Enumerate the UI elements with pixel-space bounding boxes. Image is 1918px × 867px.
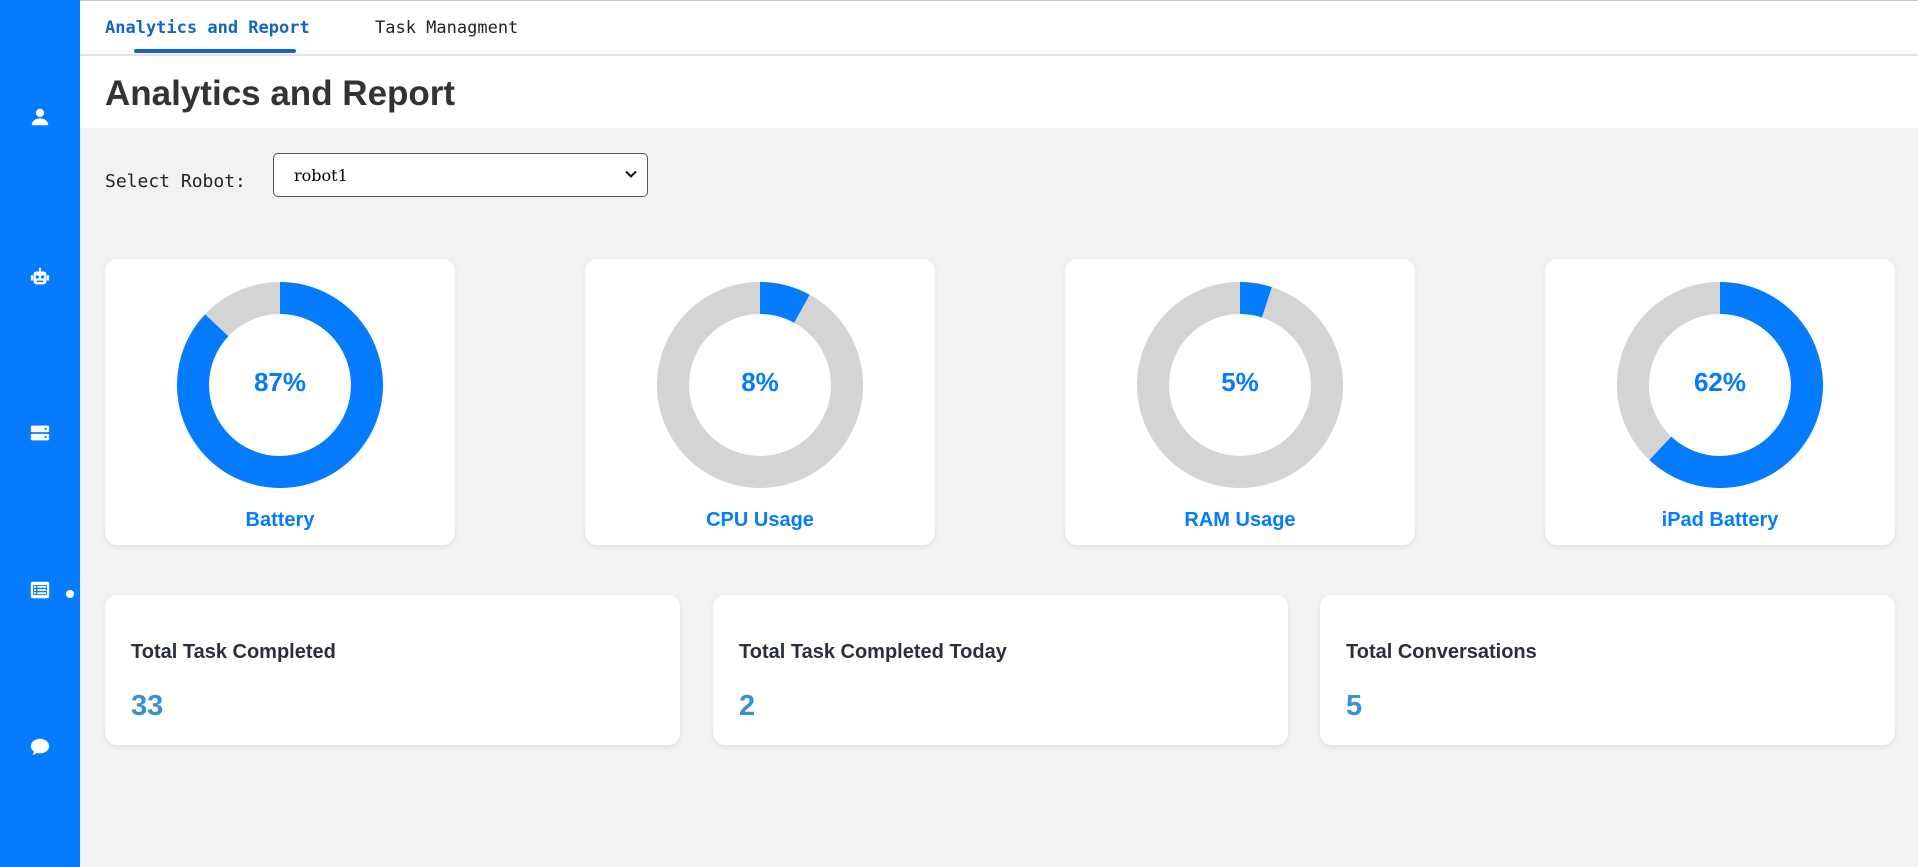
stat-title: Total Task Completed Today: [739, 641, 1007, 663]
stat-title: Total Task Completed: [131, 641, 336, 663]
gauge-label: RAM Usage: [1184, 509, 1296, 531]
robot-icon: [30, 267, 50, 285]
top-tab-bar: Analytics and Report Task Managment: [80, 0, 1918, 56]
gauge-card-cpu-usage: 8% CPU Usage: [585, 259, 935, 545]
tab-analytics-and-report[interactable]: Analytics and Report: [105, 18, 310, 38]
stat-card-total-task-completed-today: Total Task Completed Today 2: [713, 595, 1288, 745]
gauge-card-battery: 87% Battery: [105, 259, 455, 545]
chevron-down-icon: [625, 170, 637, 178]
sidebar: [0, 0, 80, 867]
page-header: Analytics and Report: [80, 56, 1918, 128]
chat-icon: [30, 738, 50, 756]
robot-select-value: robot1: [294, 165, 348, 185]
gauge-card-ram-usage: 5% RAM Usage: [1065, 259, 1415, 545]
gauge-label: CPU Usage: [706, 509, 814, 531]
gauge-value: 5%: [1221, 367, 1259, 397]
active-tab-indicator: [134, 49, 296, 53]
gauge-value: 8%: [741, 367, 779, 397]
list-icon: [30, 581, 50, 599]
gauge-value: 62%: [1693, 367, 1747, 397]
sidebar-item-users[interactable]: [0, 97, 80, 137]
gauge-label: Battery: [245, 509, 315, 531]
tab-task-managment[interactable]: Task Managment: [375, 18, 518, 38]
gauge-label: iPad Battery: [1661, 509, 1779, 531]
sidebar-item-robots[interactable]: [0, 257, 80, 297]
sidebar-item-conversations[interactable]: [0, 727, 80, 767]
stat-title: Total Conversations: [1346, 641, 1537, 663]
user-icon: [31, 108, 49, 126]
gauge-card-ipad-battery: 62% iPad Battery: [1545, 259, 1895, 545]
stat-card-total-task-completed: Total Task Completed 33: [105, 595, 680, 745]
stat-card-total-conversations: Total Conversations 5: [1320, 595, 1895, 745]
stat-value: 5: [1346, 690, 1363, 722]
select-robot-label: Select Robot:: [105, 171, 246, 192]
stat-value: 2: [739, 690, 756, 722]
active-indicator-dot: [66, 590, 74, 598]
page-title: Analytics and Report: [105, 74, 456, 113]
server-icon: [30, 425, 50, 441]
gauge-value: 87%: [253, 367, 307, 397]
stat-value: 33: [131, 690, 164, 722]
robot-select-dropdown[interactable]: robot1: [273, 153, 648, 197]
sidebar-item-servers[interactable]: [0, 413, 80, 453]
